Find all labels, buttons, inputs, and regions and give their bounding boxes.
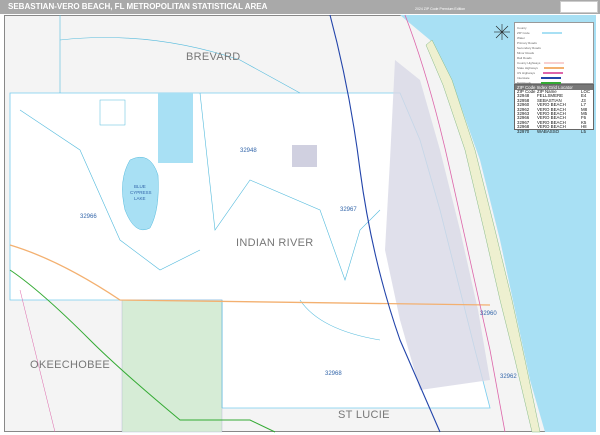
map-canvas[interactable]: BREVARD INDIAN RIVER OKEECHOBEE ST LUCIE… (0, 0, 600, 435)
table-cell: WABASSO (537, 128, 560, 134)
zip-index-table: ZIP Code Index Grid Locator ZIP Code ZIP … (514, 84, 594, 133)
county-label-indian-river: INDIAN RIVER (236, 237, 314, 249)
county-label-brevard: BREVARD (186, 51, 240, 63)
lake-label: LAKE (134, 196, 146, 201)
zip-label: 32967 (340, 207, 357, 213)
park-area (121, 299, 223, 433)
zip-label: 32960 (480, 311, 497, 317)
zip-label: 32962 (500, 374, 517, 380)
county-label-okeechobee: OKEECHOBEE (30, 359, 110, 371)
zip-label: 32948 (240, 148, 257, 154)
county-label-st-lucie: ST LUCIE (338, 409, 390, 421)
reservoir (158, 93, 193, 163)
compass-rose-icon (494, 24, 510, 40)
table-cell: 32970 (517, 128, 530, 134)
table-row: 32970 WABASSO L5 (515, 128, 593, 134)
lake-label: CYPRESS (130, 190, 152, 195)
fellsmere-urban (292, 145, 317, 167)
zip-label: 32966 (80, 214, 97, 220)
table-cell: L5 (581, 128, 586, 134)
zip-label: 32968 (325, 371, 342, 377)
map-legend: County ZIP Code Water Primary Roads Seco… (514, 22, 594, 85)
lake-label: BLUE (134, 184, 146, 189)
